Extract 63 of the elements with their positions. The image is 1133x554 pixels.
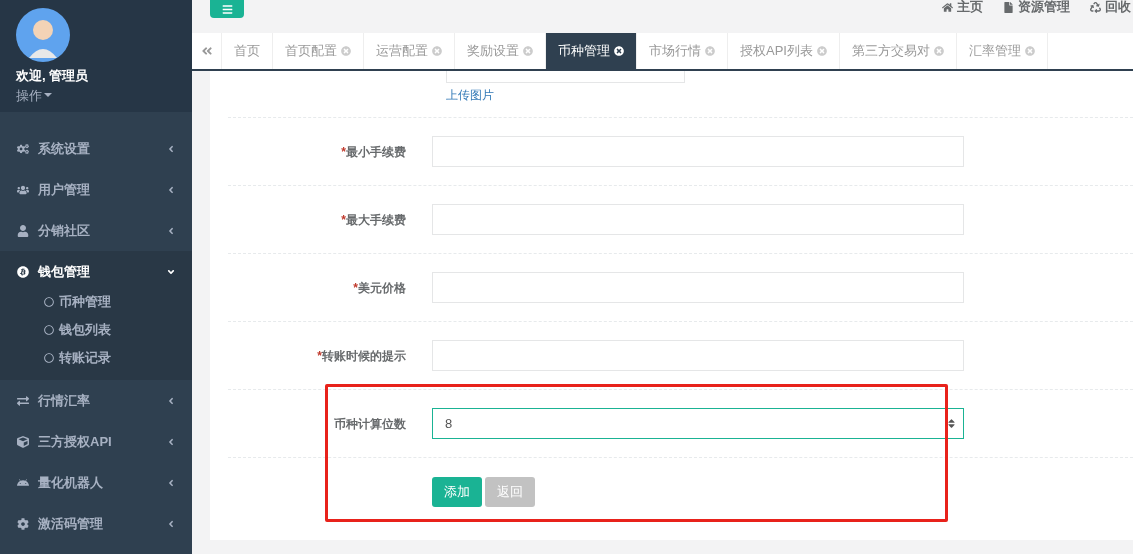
- user-icon: [17, 224, 29, 237]
- tab[interactable]: 首页配置: [273, 33, 364, 69]
- field-label: 币种计算位数: [334, 415, 406, 433]
- header-link[interactable]: 资源管理: [1003, 0, 1070, 17]
- chevron-icon: [166, 143, 176, 154]
- upload-link[interactable]: 上传图片: [446, 86, 494, 104]
- tab[interactable]: 币种管理: [546, 33, 637, 69]
- double-chevron-icon: [200, 45, 213, 57]
- add-button[interactable]: 添加: [432, 477, 482, 507]
- chevron-icon: [166, 518, 176, 529]
- cube-icon: [17, 435, 29, 448]
- caret-icon: [44, 93, 52, 98]
- tab[interactable]: 首页: [222, 33, 273, 69]
- header-link[interactable]: 回收: [1090, 0, 1131, 17]
- chevron-icon: [166, 436, 176, 447]
- avatar: [16, 8, 70, 62]
- sidebar-item[interactable]: 系统设置: [0, 128, 192, 169]
- tab[interactable]: 运营配置: [364, 33, 455, 69]
- actions-menu[interactable]: 操作: [16, 85, 52, 105]
- file-icon: [1003, 1, 1014, 13]
- required-mark: *: [317, 347, 322, 365]
- menu-button[interactable]: [210, 0, 244, 18]
- home-icon: [942, 1, 953, 13]
- tab[interactable]: 第三方交易对: [839, 33, 957, 69]
- input-field[interactable]: [432, 204, 964, 235]
- bitcoin-icon: [17, 265, 29, 278]
- chevron-icon: [166, 395, 176, 406]
- sidebar-item[interactable]: 行情汇率: [0, 380, 192, 421]
- number-field[interactable]: 8: [432, 408, 964, 439]
- users-icon: [17, 183, 29, 196]
- sidebar-item[interactable]: 用户管理: [0, 169, 192, 210]
- chevron-icon: [166, 225, 176, 236]
- submenu-item[interactable]: 转账记录: [0, 344, 192, 372]
- recycle-icon: [1090, 1, 1101, 13]
- header-link[interactable]: 主页: [942, 0, 983, 17]
- arrows-icon: [17, 394, 29, 407]
- input-field[interactable]: [432, 340, 964, 371]
- field-label: 最小手续费: [346, 143, 406, 161]
- field-label: 最大手续费: [346, 211, 406, 229]
- sidebar-item[interactable]: 量化机器人: [0, 462, 192, 503]
- field-label: 美元价格: [358, 279, 406, 297]
- tab[interactable]: 市场行情: [637, 33, 728, 69]
- sidebar-item[interactable]: 分销社区: [0, 210, 192, 251]
- menu-icon: [221, 3, 233, 15]
- gear-icon: [17, 517, 29, 530]
- input-field[interactable]: [432, 272, 964, 303]
- chevron-icon: [166, 477, 176, 488]
- input-field[interactable]: [432, 136, 964, 167]
- required-mark: *: [353, 279, 358, 297]
- chevron-icon: [166, 184, 176, 195]
- field-label: 转账时候的提示: [322, 347, 406, 365]
- spinner-icon[interactable]: [947, 418, 956, 429]
- required-mark: *: [341, 143, 346, 161]
- close-icon[interactable]: [614, 46, 624, 56]
- android-icon: [17, 476, 29, 489]
- tab[interactable]: 汇率管理: [956, 33, 1048, 69]
- welcome-text: 欢迎, 管理员: [16, 67, 90, 85]
- required-mark: *: [341, 211, 346, 229]
- sidebar-item[interactable]: 三方授权API: [0, 421, 192, 462]
- tab[interactable]: 授权API列表: [728, 33, 840, 69]
- submenu-item[interactable]: 钱包列表: [0, 316, 192, 344]
- sidebar-item[interactable]: 激活码管理: [0, 503, 192, 544]
- gears-icon: [17, 142, 29, 155]
